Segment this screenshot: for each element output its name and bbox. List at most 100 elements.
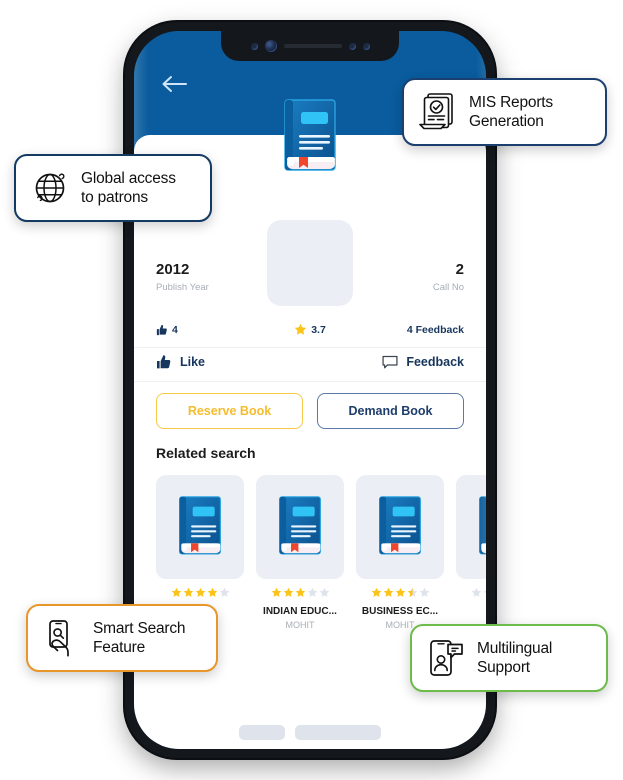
- star-icon: [291, 746, 329, 749]
- call-no-value: 2: [455, 261, 465, 278]
- demand-book-button[interactable]: Demand Book: [317, 393, 464, 429]
- star-icon: [309, 748, 311, 749]
- book-cover-backdrop: [267, 220, 353, 306]
- star-icon: [373, 746, 411, 749]
- related-book-thumbnail[interactable]: [156, 475, 244, 579]
- like-button[interactable]: Like: [156, 354, 205, 370]
- star-icon: [295, 585, 306, 603]
- rate-title-block: Rate this Title: [134, 725, 486, 749]
- rating-average-value: 3.7: [311, 323, 326, 336]
- star-icon: [395, 587, 405, 597]
- related-book-card[interactable]: INDIAN EDUC... MOHIT: [256, 475, 344, 633]
- stats-row: 4 3.7 4 Feedback: [134, 310, 486, 348]
- related-book-title: INDIAN EDUC...: [263, 606, 337, 617]
- screenshot-root: 2012 Publish Year ISBN 2 Call No: [0, 0, 623, 780]
- phone-person-chat-icon: [425, 637, 467, 679]
- phone-search-hand-icon: [41, 617, 83, 659]
- star-icon: [271, 587, 281, 597]
- related-book-thumbnail[interactable]: [256, 475, 344, 579]
- callout-multilingual-support-label: Multilingual Support: [477, 640, 553, 676]
- star-icon: [294, 323, 307, 335]
- star-icon: [319, 587, 329, 597]
- publish-year-label: Publish Year: [156, 282, 209, 293]
- phone-notch: [221, 31, 399, 61]
- callout-mis-reports-label: MIS Reports Generation: [469, 94, 553, 130]
- star-icon: [407, 587, 417, 597]
- related-book-rating: [356, 585, 444, 603]
- sensor-icon: [250, 42, 258, 50]
- star-icon: [195, 585, 206, 603]
- related-book-thumbnail[interactable]: [456, 475, 486, 579]
- star-icon: [307, 587, 317, 597]
- feedback-button[interactable]: Feedback: [382, 355, 464, 370]
- star-icon: [219, 587, 229, 597]
- comment-icon: [382, 355, 398, 368]
- star-icon: [250, 746, 288, 749]
- star-icon: [171, 587, 181, 597]
- placeholder-bar: [239, 725, 285, 740]
- sensor-icon: [348, 42, 356, 50]
- star-icon: [419, 585, 430, 603]
- feedback-button-label: Feedback: [406, 355, 464, 369]
- callout-smart-search-label: Smart Search Feature: [93, 620, 186, 656]
- related-book-rating: [256, 585, 344, 603]
- documents-check-icon: [417, 91, 459, 133]
- back-arrow-icon[interactable]: [161, 75, 187, 93]
- book-icon: [179, 496, 221, 555]
- star-icon: [183, 587, 193, 597]
- callout-multilingual-support[interactable]: Multilingual Support: [410, 624, 608, 692]
- callout-global-access-label: Global access to patrons: [81, 170, 176, 206]
- star-icon: [207, 585, 218, 603]
- star-icon: [271, 585, 282, 603]
- star-icon: [183, 585, 194, 603]
- star-icon: [391, 748, 393, 749]
- star-icon: [350, 748, 352, 749]
- placeholder-bars: [134, 725, 486, 740]
- star-icon: [171, 585, 182, 603]
- sensor-icon: [362, 42, 370, 50]
- related-book-card[interactable]: T: [456, 475, 486, 633]
- callout-global-access[interactable]: Global access to patrons: [14, 154, 212, 222]
- star-icon: [268, 748, 270, 749]
- star-icon: [383, 585, 394, 603]
- book-icon: [479, 496, 486, 555]
- star-icon: [207, 587, 217, 597]
- star-icon: [295, 587, 305, 597]
- star-icon: [471, 587, 481, 597]
- star-icon: [483, 590, 486, 597]
- star-icon: [471, 585, 482, 603]
- star-icon: [283, 585, 294, 603]
- star-icon: [371, 585, 382, 603]
- placeholder-bar: [295, 725, 381, 740]
- star-icon: [283, 587, 293, 597]
- star-icon: [419, 587, 429, 597]
- book-icon: [279, 496, 321, 555]
- rate-star-input[interactable]: [134, 746, 486, 749]
- star-icon: [383, 587, 393, 597]
- earpiece-speaker: [283, 44, 342, 48]
- likes-count-value: 4: [172, 323, 178, 336]
- related-search-title: Related search: [156, 445, 256, 461]
- star-icon: [227, 748, 229, 749]
- related-book-rating: [156, 585, 244, 603]
- book-icon: [379, 496, 421, 555]
- meta-cell-call-no: 2 Call No: [361, 260, 464, 293]
- star-icon: [307, 585, 318, 603]
- callout-mis-reports[interactable]: MIS Reports Generation: [402, 78, 607, 146]
- publish-year-value: 2012: [156, 261, 190, 278]
- like-button-label: Like: [180, 355, 206, 369]
- star-icon: [371, 587, 381, 597]
- book-icon: [282, 99, 338, 175]
- meta-cell-publish-year: 2012 Publish Year: [156, 260, 259, 293]
- call-no-label: Call No: [432, 282, 465, 293]
- reserve-book-button[interactable]: Reserve Book: [156, 393, 303, 429]
- star-icon: [407, 585, 418, 603]
- likes-count: 4: [156, 324, 259, 336]
- related-book-thumbnail[interactable]: [356, 475, 444, 579]
- related-book-card[interactable]: BUSINESS EC... MOHIT: [356, 475, 444, 633]
- front-camera-icon: [264, 40, 277, 52]
- actions-row: Like Feedback: [134, 345, 486, 382]
- star-icon: [483, 585, 486, 603]
- feedback-count-value: 4 Feedback: [406, 323, 465, 336]
- callout-smart-search[interactable]: Smart Search Feature: [26, 604, 218, 672]
